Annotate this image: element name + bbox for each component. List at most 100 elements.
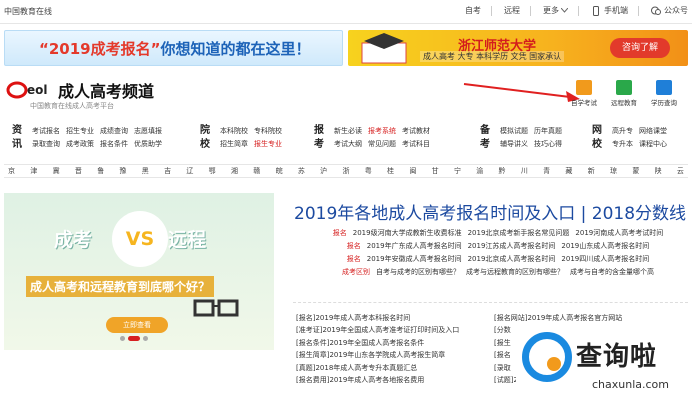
province-link[interactable]: 鄂 [209, 166, 216, 176]
news-link[interactable]: 2019北京成考新手报名常见问题 [468, 229, 570, 237]
cat-link-hot[interactable]: 报考系统 [368, 127, 396, 135]
cat-link[interactable]: 技巧心得 [534, 140, 562, 148]
slide-dot-active[interactable] [128, 336, 140, 341]
news-link[interactable]: 2019年安徽成人高考报名时间 [367, 255, 462, 263]
view-now-button[interactable]: 立即查看 [106, 317, 168, 333]
eol-logo[interactable]: eol [6, 78, 52, 100]
province-link[interactable]: 藏 [565, 166, 572, 176]
cat-link[interactable]: 优质助学 [134, 140, 162, 148]
article-link[interactable]: [报名网站]2019年成人高考报名官方网站 [494, 312, 622, 324]
province-link[interactable]: 青 [543, 166, 550, 176]
province-link[interactable]: 宁 [454, 166, 461, 176]
province-link[interactable]: 鲁 [97, 166, 104, 176]
wechat-link[interactable]: 公众号 [651, 5, 688, 16]
nav-more[interactable]: 更多 [543, 5, 569, 16]
cat-link[interactable]: 专科院校 [254, 127, 282, 135]
province-link[interactable]: 冀 [53, 166, 60, 176]
province-link[interactable]: 川 [521, 166, 528, 176]
news-link[interactable]: 2019江苏成人高考报名时间 [468, 242, 556, 250]
cat-link[interactable]: 考试教材 [402, 127, 430, 135]
article-link[interactable]: [报名]2019年成人高考本科报名时间 [296, 312, 459, 324]
promo-slide[interactable]: 成考 VS 远程 成人高考和远程教育到底哪个好？ 立即查看 [4, 193, 274, 350]
province-link[interactable]: 吉 [164, 166, 171, 176]
province-link[interactable]: 京 [8, 166, 15, 176]
cat-news-head: 资讯 [12, 124, 24, 152]
article-link[interactable]: [报生简章]2019年山东各学院成人高考报生简章 [296, 349, 459, 361]
cat-link[interactable]: 招生简章 [220, 140, 248, 148]
cat-link[interactable]: 招生专业 [66, 127, 94, 135]
nav-link-zikao[interactable]: 自考 [465, 5, 481, 16]
article-link[interactable]: [报名条件]2019年全国成人高考报名条件 [296, 337, 459, 349]
cat-link[interactable]: 考试报名 [32, 127, 60, 135]
province-link[interactable]: 津 [30, 166, 37, 176]
province-link[interactable]: 赣 [253, 166, 260, 176]
service-remote[interactable]: 远程教育 [604, 80, 644, 107]
main-headline[interactable]: 2019年各地成人高考报名时间及入口 | 2018分数线 [294, 199, 686, 224]
province-link[interactable]: 粤 [365, 166, 372, 176]
province-link[interactable]: 蒙 [632, 166, 639, 176]
slide-dot[interactable] [120, 336, 125, 341]
news-link[interactable]: 2019河南成人高考考试时间 [575, 229, 663, 237]
news-tag[interactable]: 报名 [333, 229, 347, 237]
cat-link[interactable]: 报名条件 [100, 140, 128, 148]
article-link[interactable]: [准考证]2019年全国成人高考准考证打印时间及入口 [296, 324, 459, 336]
news-link[interactable]: 2019山东成人高考报名时间 [561, 242, 649, 250]
province-link[interactable]: 湘 [231, 166, 238, 176]
cat-link[interactable]: 考试大纲 [334, 140, 362, 148]
cat-link[interactable]: 新生必读 [334, 127, 362, 135]
slide-dot[interactable] [143, 336, 148, 341]
banner-registration[interactable]: “2019成考报名”你想知道的都在这里！ [4, 30, 343, 66]
province-link[interactable]: 辽 [186, 166, 193, 176]
service-zikao[interactable]: 自学考试 [564, 80, 604, 107]
news-tag[interactable]: 报名 [347, 255, 361, 263]
article-link[interactable]: [真题]2018年成人高考专升本真题汇总 [296, 362, 459, 374]
cat-link[interactable]: 成绩查询 [100, 127, 128, 135]
cat-link[interactable]: 课程中心 [639, 140, 667, 148]
news-tag[interactable]: 成考区别 [342, 268, 370, 276]
province-link[interactable]: 云 [677, 166, 684, 176]
news-link[interactable]: 2019年广东成人高考报名时间 [367, 242, 462, 250]
province-link[interactable]: 沪 [320, 166, 327, 176]
cat-link[interactable]: 录取查询 [32, 140, 60, 148]
news-link[interactable]: 成考与自考的含金量哪个高 [570, 268, 654, 276]
cat-link[interactable]: 常见问题 [368, 140, 396, 148]
province-link[interactable]: 豫 [119, 166, 126, 176]
province-link[interactable]: 浙 [342, 166, 349, 176]
province-link[interactable]: 苏 [298, 166, 305, 176]
news-link[interactable]: 2019级河南大学成教新生收费标准 [353, 229, 462, 237]
province-link[interactable]: 琼 [610, 166, 617, 176]
cat-link[interactable]: 志愿填报 [134, 127, 162, 135]
cat-link[interactable]: 成考政策 [66, 140, 94, 148]
mobile-link[interactable]: 手机端 [591, 5, 628, 16]
province-link[interactable]: 渝 [476, 166, 483, 176]
banner-zjnu[interactable]: 浙江师范大学 成人高考 大专 本科学历 文凭 国家承认 咨询了解 [348, 30, 688, 66]
province-link[interactable]: 甘 [432, 166, 439, 176]
site-name[interactable]: 中国教育在线 [4, 6, 52, 17]
province-link[interactable]: 陕 [655, 166, 662, 176]
news-link[interactable]: 成考与远程教育的区别有哪些？ [466, 268, 564, 276]
cat-link-hot[interactable]: 报生专业 [254, 140, 282, 148]
nav-link-yuancheng[interactable]: 远程 [504, 5, 520, 16]
cat-link[interactable]: 考试科目 [402, 140, 430, 148]
cat-link[interactable]: 网络课堂 [639, 127, 667, 135]
province-link[interactable]: 桂 [387, 166, 394, 176]
province-link[interactable]: 黔 [499, 166, 506, 176]
news-link[interactable]: 2019四川成人高考报名时间 [561, 255, 649, 263]
province-link[interactable]: 新 [588, 166, 595, 176]
news-tag[interactable]: 报名 [347, 242, 361, 250]
cat-link[interactable]: 历年真题 [534, 127, 562, 135]
province-link[interactable]: 皖 [276, 166, 283, 176]
province-link[interactable]: 晋 [75, 166, 82, 176]
news-link[interactable]: 自考与成考的区别有哪些？ [376, 268, 460, 276]
news-link[interactable]: 2019北京成人高考报名时间 [468, 255, 556, 263]
province-link[interactable]: 黑 [142, 166, 149, 176]
article-link[interactable]: [报名费用]2019年成人高考各地报名费用 [296, 374, 459, 386]
consult-button[interactable]: 咨询了解 [610, 38, 670, 58]
province-link[interactable]: 闽 [409, 166, 416, 176]
cat-link[interactable]: 高升专 [612, 127, 633, 135]
cat-link[interactable]: 模拟试题 [500, 127, 528, 135]
cat-link[interactable]: 辅导讲义 [500, 140, 528, 148]
cat-link[interactable]: 专升本 [612, 140, 633, 148]
service-verify[interactable]: 学历查询 [644, 80, 684, 107]
cat-link[interactable]: 本科院校 [220, 127, 248, 135]
